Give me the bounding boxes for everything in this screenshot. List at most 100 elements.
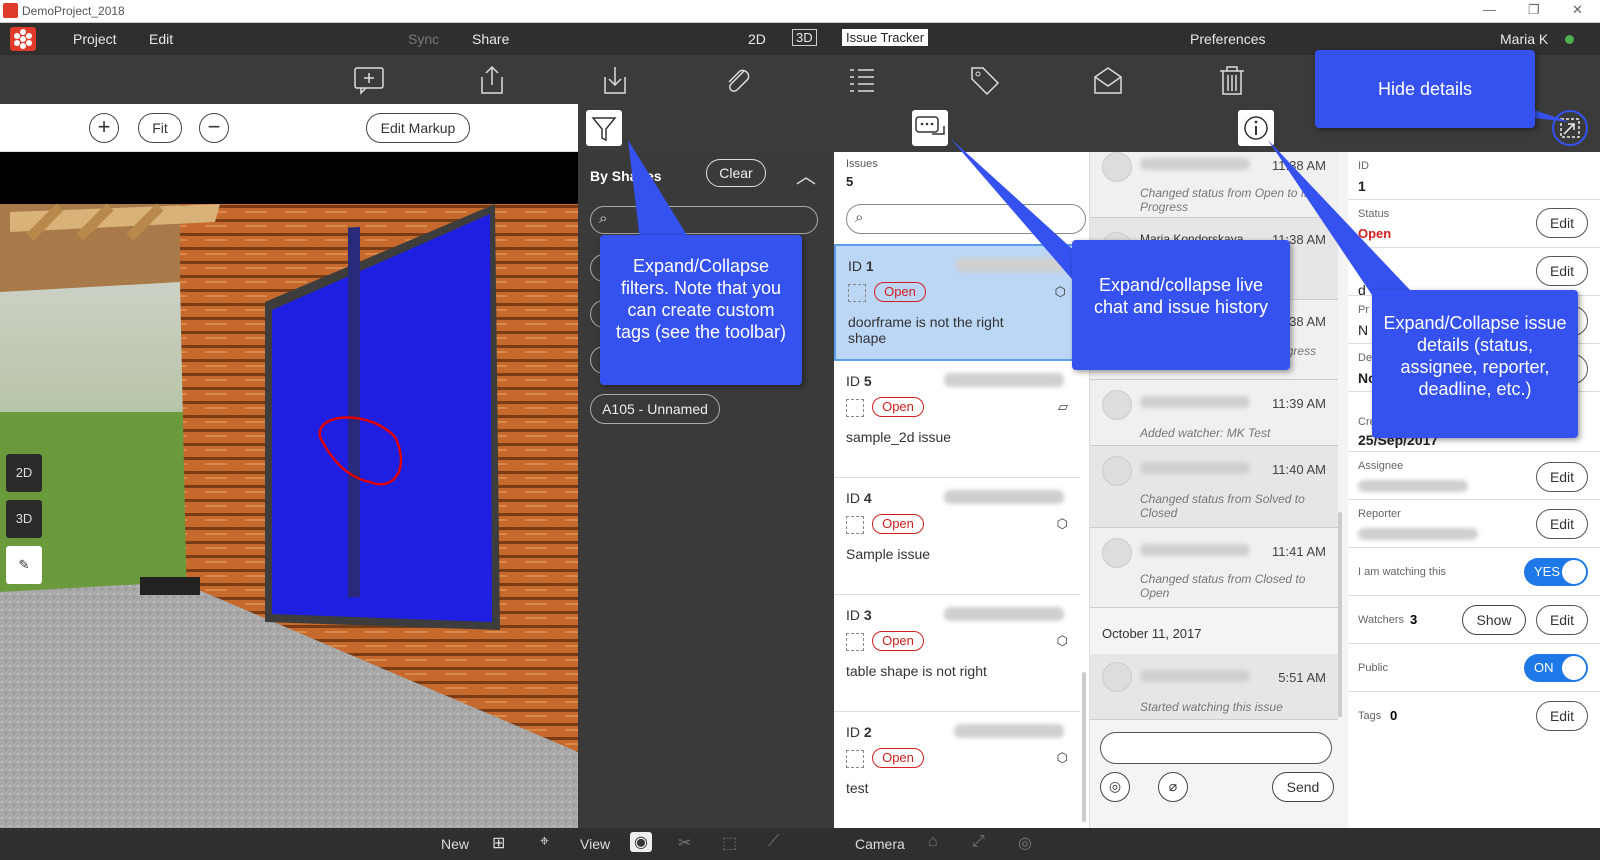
chat-toggle-icon[interactable]	[912, 110, 948, 146]
mode-2d-button[interactable]: 2D	[6, 454, 42, 492]
home-icon[interactable]: ⌂	[928, 833, 938, 851]
issue-author	[944, 373, 1064, 387]
measure-icon[interactable]: ⟋	[768, 833, 779, 851]
trash-icon[interactable]	[1216, 65, 1248, 95]
history-author	[1140, 670, 1250, 682]
camera-icon[interactable]: ◎	[1100, 772, 1130, 802]
mode-3d-button[interactable]: 3D	[6, 500, 42, 538]
search-icon: ⌕	[599, 210, 608, 227]
zoom-in-button[interactable]: +	[89, 113, 119, 143]
hide-details-icon[interactable]	[1552, 110, 1588, 146]
issue-checkbox[interactable]	[846, 750, 864, 768]
watching-toggle[interactable]: YES	[1524, 558, 1588, 586]
edit-markup-button[interactable]: Edit Markup	[366, 113, 470, 143]
history-text: Changed status from Solved to Closed	[1140, 492, 1305, 520]
clear-filters-button[interactable]: Clear	[706, 159, 766, 187]
eye-icon[interactable]: ◉	[630, 832, 652, 852]
date-separator: October 11, 2017	[1102, 626, 1202, 641]
issue-checkbox[interactable]	[846, 399, 864, 417]
issue-tracker-button[interactable]: Issue Tracker	[842, 29, 929, 46]
issue-checkbox[interactable]	[846, 516, 864, 534]
fullscreen-icon[interactable]: ⤢	[972, 833, 985, 851]
history-time: 11:40 AM	[1272, 462, 1326, 477]
attach-icon[interactable]: ⌀	[1158, 772, 1188, 802]
chat-message-input[interactable]	[1100, 732, 1332, 764]
public-toggle[interactable]: ON	[1524, 654, 1588, 682]
view-label: View	[580, 836, 611, 852]
info-toggle-icon[interactable]	[1238, 110, 1274, 146]
edit-tags-button[interactable]: Edit	[1536, 701, 1588, 731]
menu-sync: Sync	[408, 31, 440, 47]
minimize-button[interactable]: —	[1483, 2, 1496, 17]
history-author	[1140, 396, 1250, 408]
send-button[interactable]: Send	[1272, 772, 1334, 802]
menu-project[interactable]: Project	[73, 31, 117, 47]
issue-row[interactable]: ID 2 Open ⬡ test	[834, 712, 1080, 828]
issue-row[interactable]: ID 3 Open ⬡ table shape is not right	[834, 595, 1080, 712]
edit-assignee-button[interactable]: Edit	[1536, 462, 1588, 492]
issue-checkbox[interactable]	[848, 284, 866, 302]
pin-icon[interactable]: ⌖	[540, 833, 549, 851]
detail-id: ID 1	[1348, 152, 1600, 200]
toggle-label: YES	[1534, 564, 1561, 579]
mail-icon[interactable]	[1092, 65, 1124, 95]
history-author	[1140, 544, 1250, 556]
edit-status-button[interactable]: Edit	[1536, 208, 1588, 238]
view-2d-button[interactable]: 2D	[748, 31, 766, 47]
detail-value: 1	[1358, 178, 1366, 194]
new-markup-icon[interactable]: ⊞	[492, 833, 505, 853]
show-watchers-button[interactable]: Show	[1462, 605, 1526, 635]
detail-label: Watchers	[1358, 614, 1405, 626]
menu-edit[interactable]: Edit	[149, 31, 173, 47]
3d-viewport[interactable]: 2D 3D ✎	[0, 152, 578, 828]
markup-pen-icon[interactable]: ✎	[6, 546, 42, 584]
menu-preferences[interactable]: Preferences	[1190, 31, 1265, 47]
user-name[interactable]: Maria K	[1500, 31, 1548, 47]
history-author	[1140, 158, 1250, 170]
view-3d-button[interactable]: 3D	[792, 29, 817, 46]
issue-search-input[interactable]: ⌕	[846, 204, 1086, 234]
issue-checkbox[interactable]	[846, 633, 864, 651]
detail-label: Reporter	[1358, 508, 1401, 520]
attach-icon[interactable]	[722, 65, 754, 95]
fit-button[interactable]: Fit	[138, 113, 182, 143]
avatar	[1102, 662, 1132, 692]
issue-row[interactable]: ID 5 Open ▱ sample_2d issue	[834, 361, 1080, 478]
cube-icon[interactable]: ⬚	[722, 833, 737, 853]
detail-watching: I am watching this YES	[1348, 548, 1600, 596]
close-button[interactable]: ✕	[1572, 2, 1583, 18]
status-badge: Open	[872, 631, 924, 651]
status-badge: Open	[872, 397, 924, 417]
issue-description: test	[846, 780, 869, 796]
detail-tags: Tags 0 Edit	[1348, 692, 1600, 740]
focus-icon[interactable]: ◎	[1018, 833, 1032, 853]
edit-description-button[interactable]: Edit	[1536, 256, 1588, 286]
avatar	[1102, 152, 1132, 182]
issues-label: Issues	[846, 158, 878, 170]
viewer-controls: + Fit − Edit Markup	[0, 104, 578, 152]
restore-button[interactable]: ❐	[1528, 2, 1540, 18]
filter-toggle-icon[interactable]	[586, 110, 622, 146]
collapse-chevron-icon[interactable]: ︿	[796, 160, 816, 189]
issue-row[interactable]: ID 1 Open ⬡ doorframe is not the right s…	[834, 244, 1080, 361]
title-bar: DemoProject_2018 — ❐ ✕	[0, 0, 1600, 23]
issue-row[interactable]: ID 4 Open ⬡ Sample issue	[834, 478, 1080, 595]
cut-icon[interactable]: ✂	[678, 833, 691, 853]
upload-icon[interactable]	[476, 65, 508, 95]
filter-search-input[interactable]: ⌕	[590, 206, 818, 234]
edit-watchers-button[interactable]: Edit	[1536, 605, 1588, 635]
chat-scrollbar[interactable]	[1338, 512, 1342, 717]
app-menu-logo-icon[interactable]	[10, 27, 36, 51]
add-comment-icon[interactable]	[353, 65, 385, 95]
detail-value: N	[1358, 322, 1369, 338]
issues-scrollbar[interactable]	[1082, 672, 1086, 822]
checklist-icon[interactable]	[846, 65, 878, 95]
tag-icon[interactable]	[969, 65, 1001, 96]
download-icon[interactable]	[599, 65, 631, 95]
zoom-out-button[interactable]: −	[199, 113, 229, 143]
menu-share[interactable]: Share	[472, 31, 509, 47]
filter-tag-a105[interactable]: A105 - Unnamed	[590, 394, 720, 424]
status-badge: Open	[872, 514, 924, 534]
history-entry: 11:40 AM Changed status from Solved to C…	[1090, 446, 1338, 528]
edit-reporter-button[interactable]: Edit	[1536, 509, 1588, 539]
